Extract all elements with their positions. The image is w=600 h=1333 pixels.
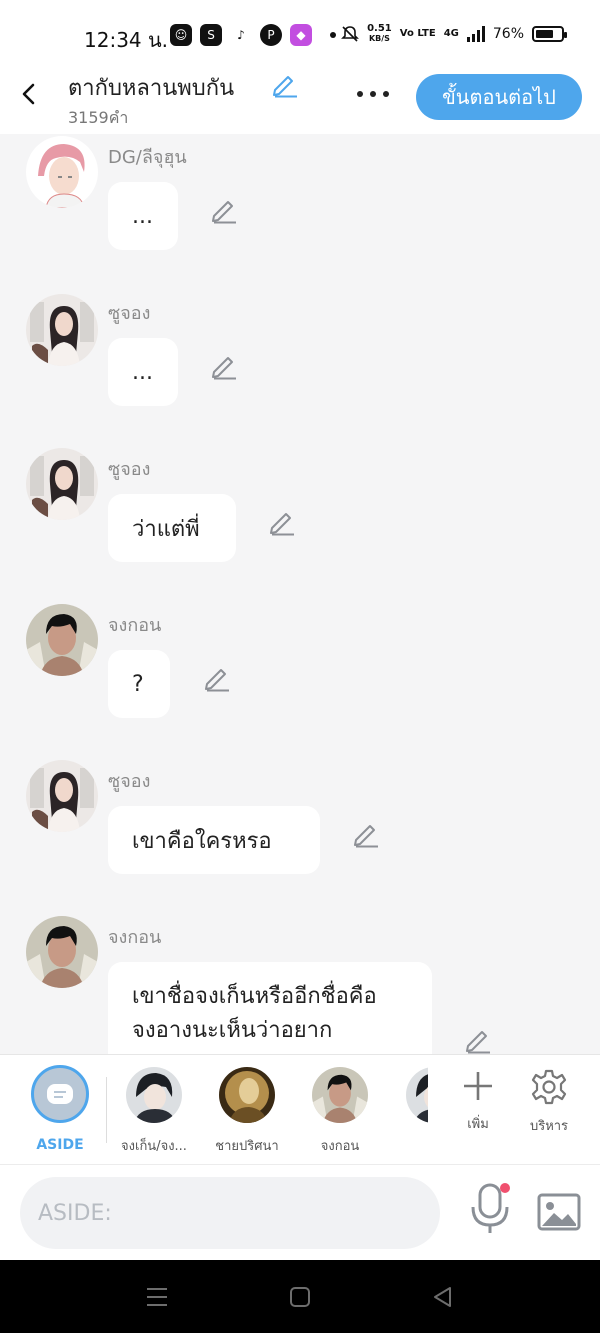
message-bubble[interactable]: ? bbox=[108, 650, 170, 718]
header: ตากับหลานพบกัน 3159คำ ขั้นตอนต่อไป bbox=[0, 70, 600, 134]
home-icon[interactable] bbox=[287, 1284, 313, 1310]
message-bubble[interactable]: ว่าแต่พี่ bbox=[108, 494, 236, 562]
character-tab-partial[interactable]: จ bbox=[406, 1067, 428, 1157]
character-tab-jonggen[interactable]: จงเก็น/จง... bbox=[111, 1067, 197, 1156]
message-edit-icon[interactable] bbox=[210, 352, 238, 380]
next-step-button[interactable]: ขั้นตอนต่อไป bbox=[416, 74, 582, 120]
character-label: ชายปริศนา bbox=[215, 1139, 279, 1154]
sender-name: ซูจอง bbox=[108, 459, 151, 480]
pinterest-app-icon: P bbox=[260, 24, 282, 46]
battery-icon bbox=[532, 26, 567, 42]
shortcut-app-icon: ◆ bbox=[290, 24, 312, 46]
sender-name: จงกอน bbox=[108, 927, 162, 948]
message-input[interactable] bbox=[20, 1177, 440, 1249]
sender-avatar[interactable] bbox=[26, 448, 98, 520]
more-options-icon[interactable] bbox=[354, 82, 392, 106]
manage-characters-button[interactable]: บริหาร bbox=[519, 1069, 579, 1136]
character-avatar bbox=[406, 1067, 428, 1123]
image-icon[interactable] bbox=[536, 1189, 582, 1235]
aside-tab[interactable]: ASIDE bbox=[24, 1065, 96, 1153]
more-notifications-dot-icon bbox=[330, 32, 336, 38]
title-edit-icon[interactable] bbox=[271, 72, 299, 98]
shopee-app-icon: S bbox=[200, 24, 222, 46]
character-avatar bbox=[126, 1067, 182, 1123]
back-nav-icon[interactable] bbox=[430, 1284, 456, 1310]
character-tab-mystery-man[interactable]: ชายปริศนา bbox=[204, 1067, 290, 1156]
input-bar bbox=[0, 1164, 600, 1260]
sender-avatar[interactable] bbox=[26, 916, 98, 988]
message-bubble[interactable]: เขาคือใครหรอ bbox=[108, 806, 320, 874]
aside-label: ASIDE bbox=[36, 1137, 84, 1153]
character-label: จ bbox=[420, 1151, 428, 1157]
character-label: จงเก็น/จง... bbox=[121, 1139, 187, 1154]
sender-name: DG/ลีจุฮุน bbox=[108, 147, 187, 168]
character-strip: ASIDE จงเก็น/จง... ชายปริศนา จงกอน จ เพิ… bbox=[0, 1054, 600, 1164]
notification-icons: ☺ S ♪ P ◆ bbox=[170, 24, 336, 46]
status-bar: 12:34 น. ☺ S ♪ P ◆ 0.51 KB/S Vo LTE 4G 7… bbox=[0, 0, 600, 70]
plus-icon bbox=[464, 1072, 492, 1100]
battery-fill bbox=[536, 30, 554, 38]
battery-percent: 76% bbox=[492, 26, 524, 42]
sender-avatar[interactable] bbox=[26, 136, 98, 208]
message-bubble[interactable]: เขาชื่อจงเก็นหรืออีกชื่อคือจงอางนะเห็นว่… bbox=[108, 962, 432, 1054]
character-tab-jonggon[interactable]: จงกอน bbox=[297, 1067, 383, 1156]
add-label: เพิ่ม bbox=[467, 1117, 489, 1132]
manage-label: บริหาร bbox=[529, 1119, 569, 1134]
tiktok-app-icon: ♪ bbox=[230, 24, 252, 46]
sender-avatar[interactable] bbox=[26, 294, 98, 366]
word-count: 3159คำ bbox=[68, 108, 129, 127]
story-title[interactable]: ตากับหลานพบกัน bbox=[68, 70, 234, 105]
sender-name: จงกอน bbox=[108, 615, 162, 636]
add-character-button[interactable]: เพิ่ม bbox=[448, 1069, 508, 1134]
back-arrow-icon[interactable] bbox=[18, 82, 40, 106]
status-time: 12:34 น. bbox=[84, 28, 169, 52]
sender-name: ซูจอง bbox=[108, 771, 151, 792]
line-app-icon: ☺ bbox=[170, 24, 192, 46]
message-bubble[interactable]: ... bbox=[108, 338, 178, 406]
character-avatar bbox=[219, 1067, 275, 1123]
message-edit-icon[interactable] bbox=[352, 820, 380, 848]
character-avatar bbox=[312, 1067, 368, 1123]
sender-name: ซูจอง bbox=[108, 303, 151, 324]
character-label: จงกอน bbox=[320, 1139, 360, 1154]
system-nav-bar bbox=[0, 1260, 600, 1333]
mute-bell-icon bbox=[341, 26, 360, 42]
message-edit-icon[interactable] bbox=[268, 508, 296, 536]
sender-avatar[interactable] bbox=[26, 604, 98, 676]
sender-avatar[interactable] bbox=[26, 760, 98, 832]
net-speed: 0.51 KB/S bbox=[367, 23, 392, 44]
message-edit-icon[interactable] bbox=[210, 196, 238, 224]
aside-avatar bbox=[31, 1065, 89, 1123]
volte-indicator: Vo LTE bbox=[399, 28, 436, 39]
system-indicators: 0.51 KB/S Vo LTE 4G 76% bbox=[341, 23, 567, 44]
message-edit-icon[interactable] bbox=[203, 664, 231, 692]
signal-icon bbox=[466, 26, 485, 42]
chat-area[interactable]: DG/ลีจุฮุน... ซูจอง... ซูจอง ว่าแต่พี่ จงกอน… bbox=[0, 134, 600, 1054]
chat-bubble-icon bbox=[47, 1084, 73, 1104]
recording-notification-dot bbox=[500, 1183, 510, 1193]
strip-divider bbox=[106, 1077, 107, 1143]
gear-icon bbox=[531, 1069, 567, 1105]
message-bubble[interactable]: ... bbox=[108, 182, 178, 250]
network-type: 4G bbox=[443, 28, 459, 39]
message-edit-icon[interactable] bbox=[464, 1026, 492, 1054]
recent-apps-icon[interactable] bbox=[144, 1284, 170, 1310]
